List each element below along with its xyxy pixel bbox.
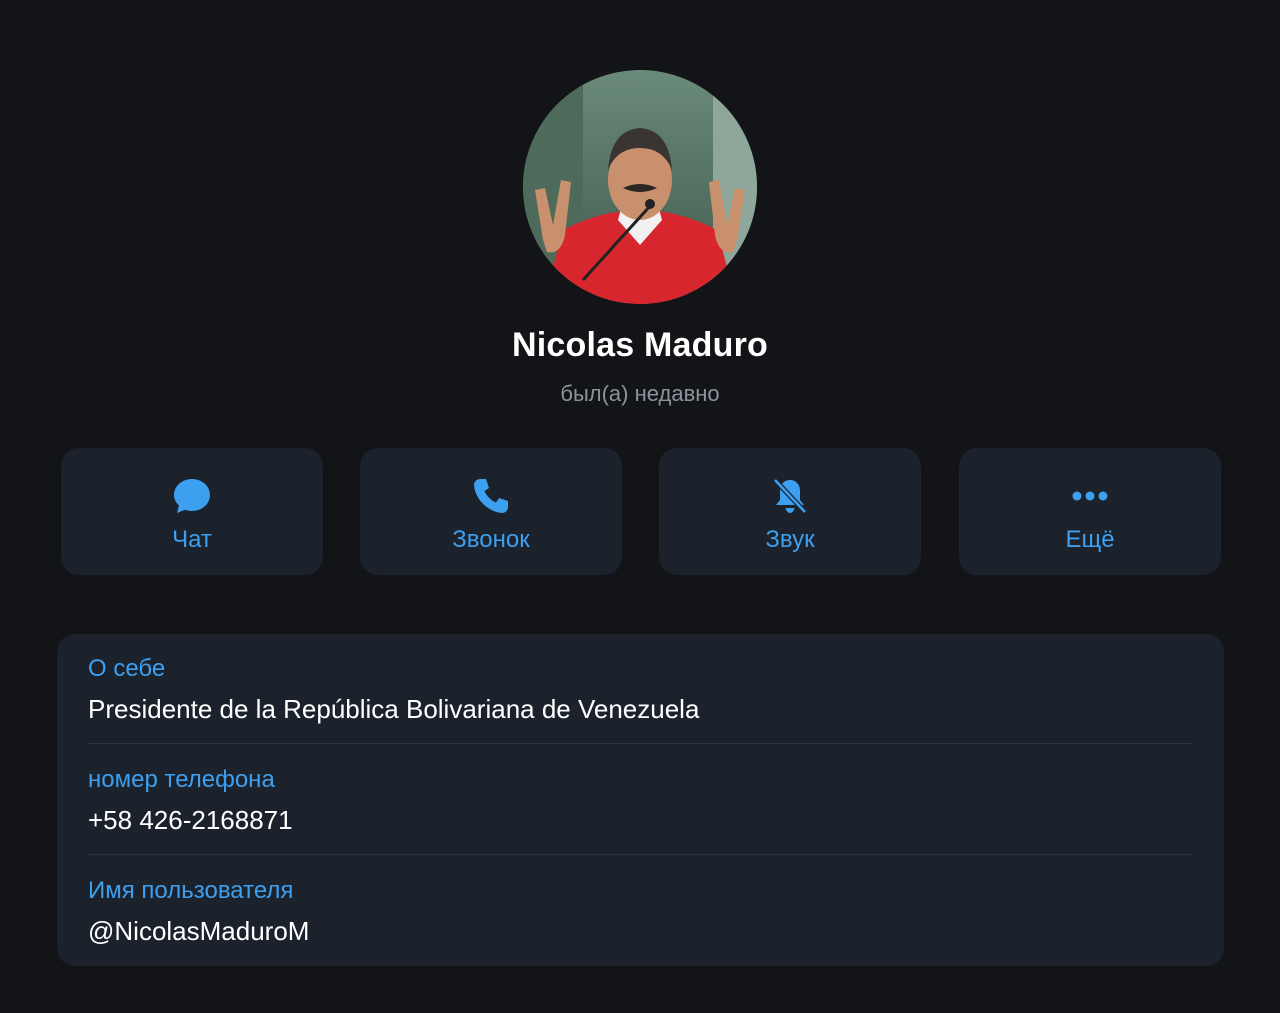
phone-icon — [471, 476, 511, 516]
phone-row[interactable]: номер телефона +58 426-2168871 — [88, 765, 1192, 837]
avatar-photo — [523, 70, 757, 304]
profile-info-card: О себе Presidente de la República Boliva… — [57, 634, 1224, 966]
profile-name: Nicolas Maduro — [512, 326, 768, 364]
chat-button-label: Чат — [172, 526, 212, 553]
bio-value: Presidente de la República Bolivariana d… — [88, 694, 700, 724]
call-button-label: Звонок — [452, 526, 530, 553]
more-button[interactable]: Ещё — [959, 448, 1221, 575]
bell-muted-icon — [770, 476, 810, 516]
username-row[interactable]: Имя пользователя @NicolasMaduroM — [88, 876, 1192, 948]
sound-button-label: Звук — [765, 526, 815, 553]
divider — [88, 854, 1192, 855]
bio-label: О себе — [88, 655, 166, 682]
username-value: @NicolasMaduroM — [88, 916, 310, 946]
avatar[interactable] — [523, 70, 757, 304]
more-button-label: Ещё — [1065, 526, 1115, 553]
last-seen-status: был(а) недавно — [560, 381, 720, 406]
call-button[interactable]: Звонок — [360, 448, 622, 575]
action-bar: Чат Звонок Звук Ещё — [61, 448, 1222, 575]
bio-row[interactable]: О себе Presidente de la República Boliva… — [88, 654, 1192, 726]
sound-button[interactable]: Звук — [659, 448, 921, 575]
divider — [88, 743, 1192, 744]
chat-button[interactable]: Чат — [61, 448, 323, 575]
chat-bubble-icon — [172, 476, 212, 516]
phone-label: номер телефона — [88, 766, 275, 793]
more-dots-icon — [1070, 476, 1110, 516]
phone-value: +58 426-2168871 — [88, 805, 293, 835]
username-label: Имя пользователя — [88, 877, 294, 904]
profile-page: Nicolas Maduro был(а) недавно Чат Звонок — [0, 0, 1280, 1013]
